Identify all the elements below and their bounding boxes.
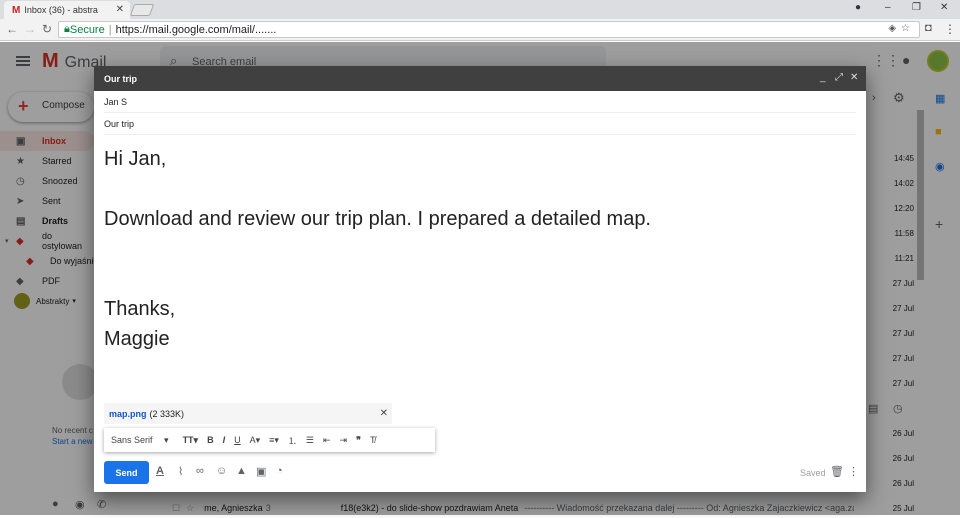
to-recipient: Jan S — [104, 96, 128, 107]
restore-icon[interactable]: ❐ — [912, 2, 921, 13]
discard-draft-icon[interactable]: 🗑︎ — [830, 465, 844, 478]
fullscreen-icon[interactable]: ⤢ — [835, 72, 843, 83]
address-bar-row: ← → ↻ 🔒︎ Secure | https://mail.google.co… — [0, 19, 960, 41]
bulleted-list-icon[interactable]: ☰ — [306, 435, 314, 446]
underline-icon[interactable]: U — [234, 435, 241, 445]
drive-icon[interactable]: ▲ — [236, 465, 247, 477]
new-tab-button[interactable] — [129, 4, 155, 16]
minimize-icon[interactable]: _ — [820, 72, 826, 83]
indent-more-icon[interactable]: ⇥ — [340, 435, 348, 446]
more-options-icon[interactable]: ⋮ — [848, 465, 859, 478]
attachment-size: (2 333K) — [149, 408, 185, 419]
send-button[interactable]: Send — [104, 461, 149, 484]
formatting-options-icon[interactable]: A — [156, 465, 164, 477]
compose-dialog: Our trip _ ⤢ ✕ Jan S Our trip Hi Jan, Do… — [94, 66, 866, 492]
font-select[interactable]: Sans Serif ▾ — [111, 435, 169, 446]
url-field[interactable]: 🔒︎ Secure | https://mail.google.com/mail… — [58, 21, 920, 38]
close-tab-icon[interactable]: ✕ — [116, 4, 124, 15]
body-line: Download and review our trip plan. I pre… — [104, 208, 651, 230]
subject-value: Our trip — [104, 118, 135, 129]
omnibox-icons[interactable]: ◈☆ — [888, 23, 915, 34]
reload-icon[interactable]: ↻ — [42, 22, 52, 36]
font-select-value: Sans Serif — [111, 434, 153, 445]
indent-less-icon[interactable]: ⇤ — [323, 435, 331, 446]
numbered-list-icon[interactable]: ⒈ — [288, 434, 297, 447]
italic-icon[interactable]: I — [223, 435, 226, 445]
send-label: Send — [115, 467, 138, 478]
insert-photo-icon[interactable]: ▣ — [256, 465, 266, 478]
message-body[interactable]: Hi Jan, Download and review our trip pla… — [104, 144, 856, 354]
profile-icon[interactable]: ● — [855, 2, 861, 13]
compose-title: Our trip — [104, 74, 137, 84]
body-signature: Maggie — [104, 328, 170, 350]
close-window-icon[interactable]: ✕ — [940, 2, 948, 13]
quote-icon[interactable]: ❞ — [356, 435, 361, 446]
body-greeting: Hi Jan, — [104, 148, 167, 170]
text-color-icon[interactable]: A▾ — [250, 435, 261, 446]
confidential-mode-icon[interactable]: ◔ — [276, 465, 283, 477]
saved-status: Saved — [800, 468, 826, 478]
tab-title: Inbox (36) - abstra — [24, 5, 98, 15]
camera-icon[interactable]: ◘ — [925, 22, 932, 34]
attachment-filename: map.png — [109, 408, 147, 419]
browser-tab[interactable]: M Inbox (36) - abstra ✕ — [4, 1, 130, 19]
close-icon[interactable]: ✕ — [850, 72, 858, 83]
attach-file-icon[interactable]: ⌇ — [178, 465, 183, 478]
formatting-toolbar: Sans Serif ▾ TT▾ B I U A▾ ≡▾ ⒈ ☰ ⇤ ⇥ ❞ T… — [104, 428, 435, 452]
to-field[interactable]: Jan S — [104, 91, 856, 113]
insert-link-icon[interactable]: ∞ — [196, 465, 204, 477]
body-closing: Thanks, — [104, 298, 176, 320]
remove-attachment-icon[interactable]: ✕ — [380, 408, 388, 419]
url-text: https://mail.google.com/mail/....... — [115, 23, 277, 36]
emoji-icon[interactable]: ☺ — [216, 465, 227, 477]
forward-icon[interactable]: → — [24, 22, 36, 36]
minimize-icon[interactable]: – — [885, 2, 891, 13]
attachment-chip[interactable]: map.png (2 333K) ✕ — [104, 403, 392, 424]
back-icon[interactable]: ← — [6, 22, 18, 36]
gmail-favicon-icon: M — [12, 4, 21, 16]
align-icon[interactable]: ≡▾ — [269, 435, 279, 446]
font-size-icon[interactable]: TT▾ — [183, 435, 199, 446]
secure-label: Secure — [69, 23, 105, 36]
compose-header[interactable]: Our trip _ ⤢ ✕ — [94, 66, 866, 91]
browser-menu-icon[interactable]: ⋮ — [944, 22, 956, 38]
subject-field[interactable]: Our trip — [104, 113, 856, 135]
remove-formatting-icon[interactable]: T̸ — [370, 435, 376, 445]
browser-tab-bar: M Inbox (36) - abstra ✕ ● – ❐ ✕ — [0, 0, 960, 19]
bold-icon[interactable]: B — [207, 435, 214, 445]
